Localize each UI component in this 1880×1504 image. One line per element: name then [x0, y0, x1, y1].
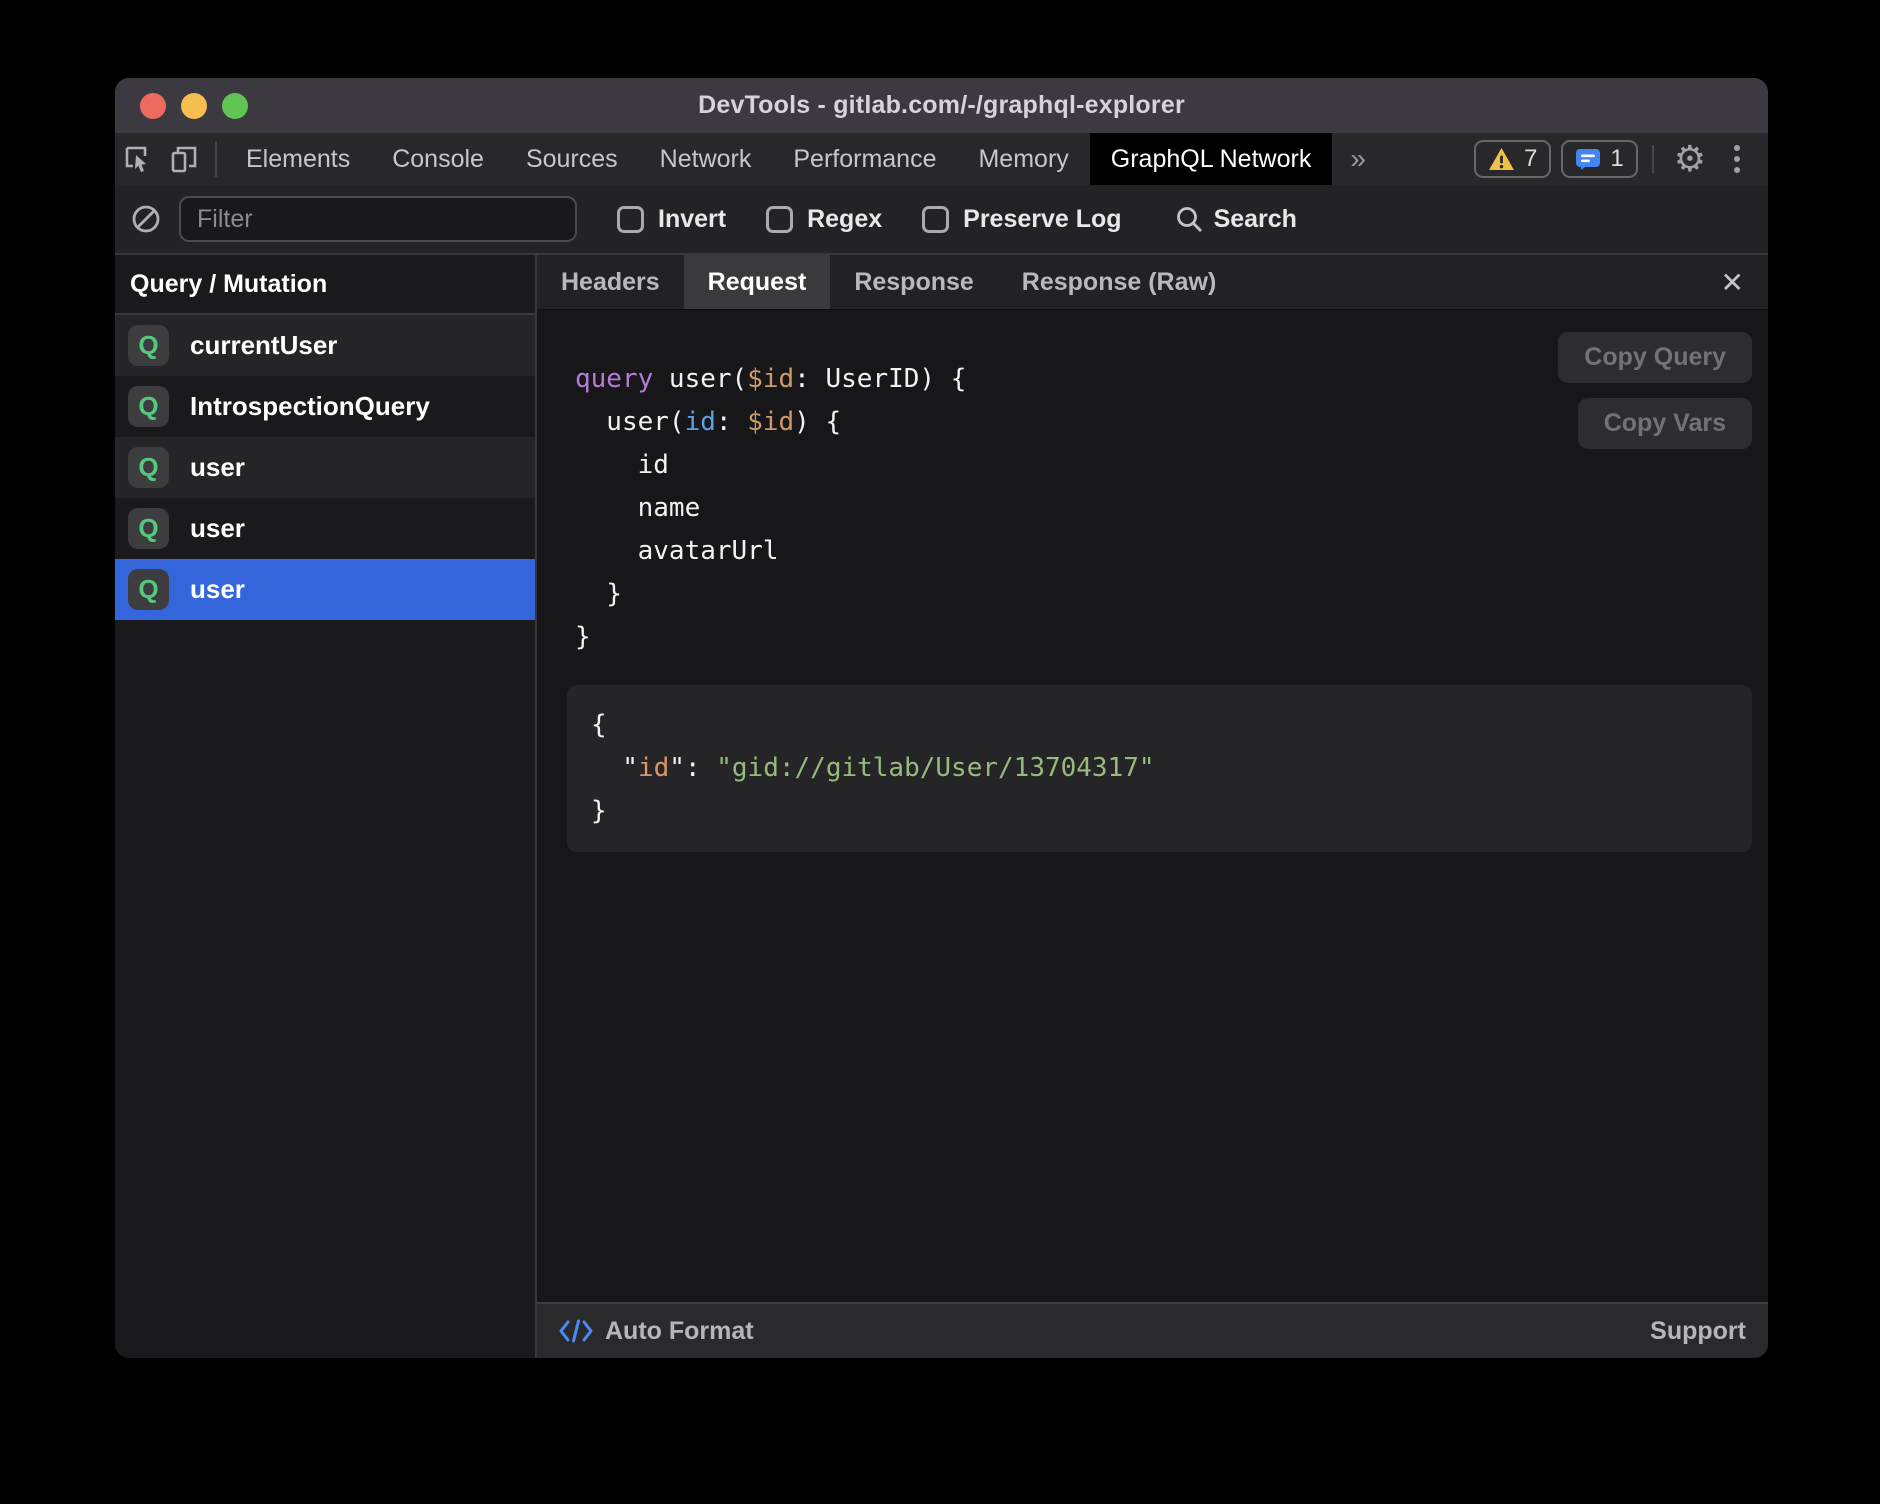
title-bar: DevTools - gitlab.com/-/graphql-explorer — [115, 78, 1768, 133]
panel-tab-response-raw[interactable]: Response (Raw) — [998, 255, 1240, 309]
request-panel: HeadersRequestResponseResponse (Raw) ✕ q… — [537, 255, 1768, 1358]
code-line: { — [591, 704, 1728, 747]
filter-input[interactable] — [179, 196, 577, 242]
preserve-log-checkbox[interactable] — [922, 206, 949, 233]
tab-performance[interactable]: Performance — [772, 133, 957, 185]
clear-filter-icon[interactable] — [130, 203, 162, 235]
invert-label: Invert — [658, 205, 726, 234]
query-list: QcurrentUserQIntrospectionQueryQuserQuse… — [115, 315, 535, 620]
device-toolbar-icon[interactable] — [161, 133, 207, 185]
support-link[interactable]: Support — [1650, 1317, 1746, 1346]
devtools-window: DevTools - gitlab.com/-/graphql-explorer… — [115, 78, 1768, 1358]
toolbar-tabs: ElementsConsoleSourcesNetworkPerformance… — [225, 133, 1090, 185]
toolbar-right-group: 7 1 ⚙ — [1474, 133, 1768, 185]
search-label: Search — [1214, 205, 1297, 234]
query-name-label: currentUser — [190, 330, 337, 361]
panel-tab-response[interactable]: Response — [830, 255, 997, 309]
preserve-log-checkbox-group[interactable]: Preserve Log — [922, 205, 1121, 234]
code-line: avatarUrl — [575, 530, 1752, 573]
issues-count: 1 — [1610, 145, 1623, 173]
query-type-badge: Q — [128, 325, 169, 366]
graphql-variables-code: { "id": "gid://gitlab/User/13704317"} — [591, 704, 1728, 833]
code-line: name — [575, 487, 1752, 530]
close-window-button[interactable] — [140, 93, 166, 119]
code-line: id — [575, 444, 1752, 487]
devtools-toolbar: ElementsConsoleSourcesNetworkPerformance… — [115, 133, 1768, 185]
inspect-element-icon[interactable] — [115, 133, 161, 185]
query-list-item-introspectionquery-1[interactable]: Q IntrospectionQuery — [115, 376, 535, 437]
regex-checkbox-group[interactable]: Regex — [766, 205, 882, 234]
tab-console[interactable]: Console — [371, 133, 505, 185]
query-name-label: IntrospectionQuery — [190, 391, 430, 422]
sidebar-header: Query / Mutation — [115, 255, 535, 315]
query-type-badge: Q — [128, 447, 169, 488]
query-list-item-user-2[interactable]: Quser — [115, 437, 535, 498]
tab-sources[interactable]: Sources — [505, 133, 639, 185]
query-list-item-user-3[interactable]: Quser — [115, 498, 535, 559]
main-area: Query / Mutation QcurrentUserQIntrospect… — [115, 255, 1768, 1358]
window-title: DevTools - gitlab.com/-/graphql-explorer — [698, 91, 1185, 120]
query-list-item-user-4[interactable]: Quser — [115, 559, 535, 620]
issues-badge[interactable]: 1 — [1561, 140, 1637, 178]
kebab-menu-icon[interactable] — [1722, 145, 1752, 173]
panel-tab-request[interactable]: Request — [684, 255, 831, 309]
code-line: "id": "gid://gitlab/User/13704317" — [591, 747, 1728, 790]
filter-bar: Invert Regex Preserve Log Search — [115, 185, 1768, 255]
warnings-count: 7 — [1524, 145, 1537, 173]
search-icon — [1174, 204, 1204, 234]
copy-vars-button[interactable]: Copy Vars — [1578, 398, 1752, 449]
search-toggle[interactable]: Search — [1174, 204, 1297, 234]
message-icon — [1575, 148, 1601, 171]
warning-icon — [1488, 147, 1515, 171]
filter-checkboxes: Invert Regex Preserve Log — [577, 205, 1122, 234]
query-sidebar: Query / Mutation QcurrentUserQIntrospect… — [115, 255, 535, 1358]
tab-memory[interactable]: Memory — [957, 133, 1089, 185]
warnings-badge[interactable]: 7 — [1474, 140, 1551, 178]
settings-gear-icon[interactable]: ⚙ — [1668, 141, 1712, 177]
query-type-badge: Q — [128, 508, 169, 549]
query-name-label: user — [190, 452, 245, 483]
tab-graphql-network[interactable]: GraphQL Network — [1090, 133, 1333, 185]
traffic-lights — [140, 78, 248, 133]
variables-box: { "id": "gid://gitlab/User/13704317"} — [567, 685, 1752, 852]
panel-tab-headers[interactable]: Headers — [537, 255, 684, 309]
tab-network[interactable]: Network — [639, 133, 773, 185]
invert-checkbox[interactable] — [617, 206, 644, 233]
panel-tabs: HeadersRequestResponseResponse (Raw) ✕ — [537, 255, 1768, 310]
code-line: } — [591, 790, 1728, 833]
copy-query-button[interactable]: Copy Query — [1558, 332, 1752, 383]
minimize-window-button[interactable] — [181, 93, 207, 119]
close-panel-icon[interactable]: ✕ — [1697, 255, 1768, 309]
zoom-window-button[interactable] — [222, 93, 248, 119]
auto-format-label: Auto Format — [605, 1317, 754, 1346]
invert-checkbox-group[interactable]: Invert — [617, 205, 726, 234]
code-line: } — [575, 616, 1752, 659]
query-name-label: user — [190, 574, 245, 605]
code-line: } — [575, 573, 1752, 616]
tab-elements[interactable]: Elements — [225, 133, 371, 185]
query-type-badge: Q — [128, 569, 169, 610]
toolbar-separator — [1652, 145, 1654, 173]
query-type-badge: Q — [128, 386, 169, 427]
preserve-log-label: Preserve Log — [963, 205, 1121, 234]
more-tabs-icon[interactable]: » — [1332, 133, 1384, 185]
regex-label: Regex — [807, 205, 882, 234]
query-list-item-currentuser-0[interactable]: QcurrentUser — [115, 315, 535, 376]
toolbar-separator — [215, 141, 217, 177]
regex-checkbox[interactable] — [766, 206, 793, 233]
panel-footer: Auto Format Support — [537, 1302, 1768, 1358]
auto-format-button[interactable]: Auto Format — [559, 1317, 754, 1346]
request-content: query user($id: UserID) { user(id: $id) … — [537, 310, 1768, 1302]
code-brackets-icon — [559, 1317, 593, 1345]
query-name-label: user — [190, 513, 245, 544]
copy-buttons: Copy Query Copy Vars — [1558, 332, 1752, 449]
